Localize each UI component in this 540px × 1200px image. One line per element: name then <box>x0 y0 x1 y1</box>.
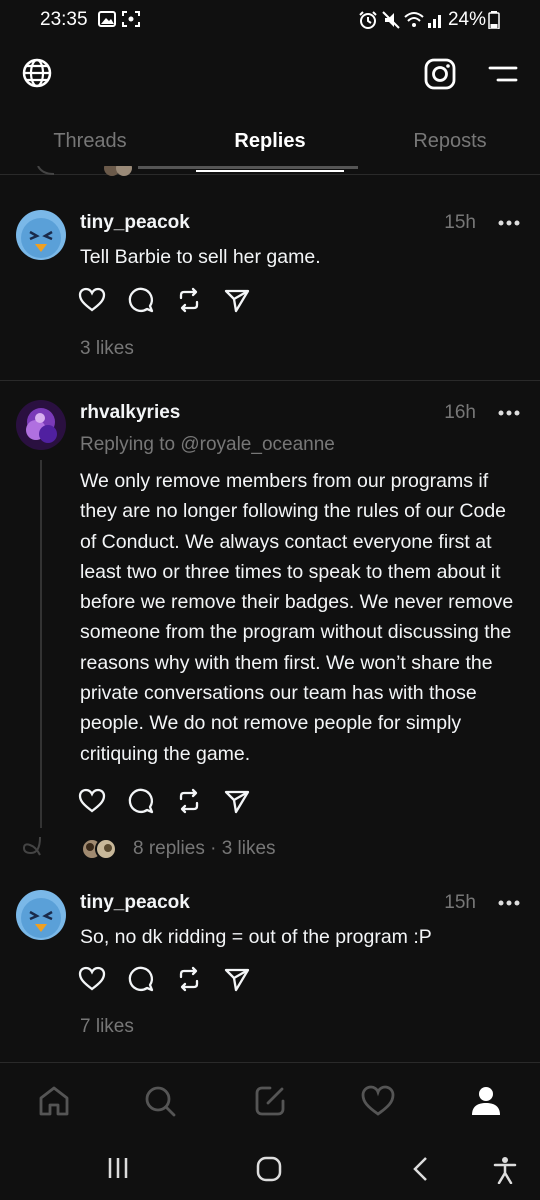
share-send-icon[interactable] <box>223 787 251 815</box>
reply-post[interactable]: tiny_peacok 15h Tell Barbie to sell her … <box>0 190 540 380</box>
avatar[interactable] <box>16 400 66 450</box>
status-bar: 23:35 24% <box>0 0 540 40</box>
post-actions <box>78 787 258 815</box>
post-text: So, no dk ridding = out of the program :… <box>80 926 432 948</box>
battery-percentage: 24% <box>447 9 486 30</box>
like-heart-icon[interactable] <box>78 286 106 314</box>
share-send-icon[interactable] <box>223 965 251 993</box>
battery-icon <box>488 11 500 29</box>
more-options-icon[interactable] <box>498 410 520 416</box>
tab-reposts[interactable]: Reposts <box>360 130 540 153</box>
reply-like-stats[interactable]: 8 replies · 3 likes <box>133 838 276 860</box>
reply-avatars <box>81 838 117 860</box>
post-username[interactable]: tiny_peacok <box>80 892 190 914</box>
avatar[interactable] <box>16 210 66 260</box>
post-text: Tell Barbie to sell her game. <box>80 246 321 268</box>
tab-threads[interactable]: Threads <box>0 130 180 153</box>
post-actions <box>78 965 258 993</box>
comment-icon[interactable] <box>127 787 155 815</box>
repost-icon[interactable] <box>175 965 203 993</box>
post-time: 16h <box>444 402 476 423</box>
comment-icon[interactable] <box>127 286 155 314</box>
back-icon[interactable] <box>410 1156 430 1182</box>
comment-icon[interactable] <box>127 965 155 993</box>
reply-post[interactable]: tiny_peacok 15h So, no dk ridding = out … <box>0 870 540 1060</box>
accessibility-icon[interactable] <box>492 1156 518 1184</box>
reply-post[interactable]: rhvalkyries 16h Replying to @royale_ocea… <box>0 380 540 880</box>
gallery-notification-icon <box>98 11 116 27</box>
home-icon[interactable] <box>36 1083 72 1119</box>
avatar-image <box>16 890 66 940</box>
globe-icon[interactable] <box>22 58 52 88</box>
mute-icon <box>382 11 400 29</box>
bottom-navigation <box>0 1062 540 1140</box>
likes-count[interactable]: 7 likes <box>80 1016 134 1038</box>
profile-icon[interactable] <box>468 1083 504 1119</box>
previous-post-fragment <box>20 165 540 177</box>
more-options-icon[interactable] <box>498 900 520 906</box>
tab-replies[interactable]: Replies <box>180 130 360 153</box>
screenshot-notification-icon <box>122 11 140 27</box>
repost-icon[interactable] <box>175 787 203 815</box>
likes-count[interactable]: 3 likes <box>80 338 134 360</box>
post-text: We only remove members from our programs… <box>80 470 514 765</box>
post-time: 15h <box>444 892 476 913</box>
thread-line <box>40 460 42 828</box>
post-username[interactable]: tiny_peacok <box>80 212 190 234</box>
menu-icon[interactable] <box>488 64 518 84</box>
compose-icon[interactable] <box>252 1083 288 1119</box>
repost-icon[interactable] <box>175 286 203 314</box>
activity-heart-icon[interactable] <box>360 1083 396 1119</box>
status-time: 23:35 <box>40 9 88 30</box>
wifi-signal-icon <box>404 12 441 28</box>
post-actions <box>78 286 258 314</box>
avatar[interactable] <box>16 890 66 940</box>
system-navigation-bar <box>0 1140 540 1200</box>
instagram-icon[interactable] <box>424 58 456 90</box>
recent-apps-icon[interactable] <box>106 1156 130 1180</box>
thread-curl-icon <box>22 836 41 856</box>
search-icon[interactable] <box>142 1083 178 1119</box>
post-time: 15h <box>444 212 476 233</box>
home-button-icon[interactable] <box>256 1156 282 1182</box>
more-options-icon[interactable] <box>498 220 520 226</box>
replying-to[interactable]: Replying to @royale_oceanne <box>80 434 335 456</box>
post-username[interactable]: rhvalkyries <box>80 402 180 424</box>
like-heart-icon[interactable] <box>78 965 106 993</box>
alarm-icon <box>359 11 377 29</box>
avatar-image <box>16 210 66 260</box>
avatar-image <box>16 400 66 450</box>
like-heart-icon[interactable] <box>78 787 106 815</box>
share-send-icon[interactable] <box>223 286 251 314</box>
